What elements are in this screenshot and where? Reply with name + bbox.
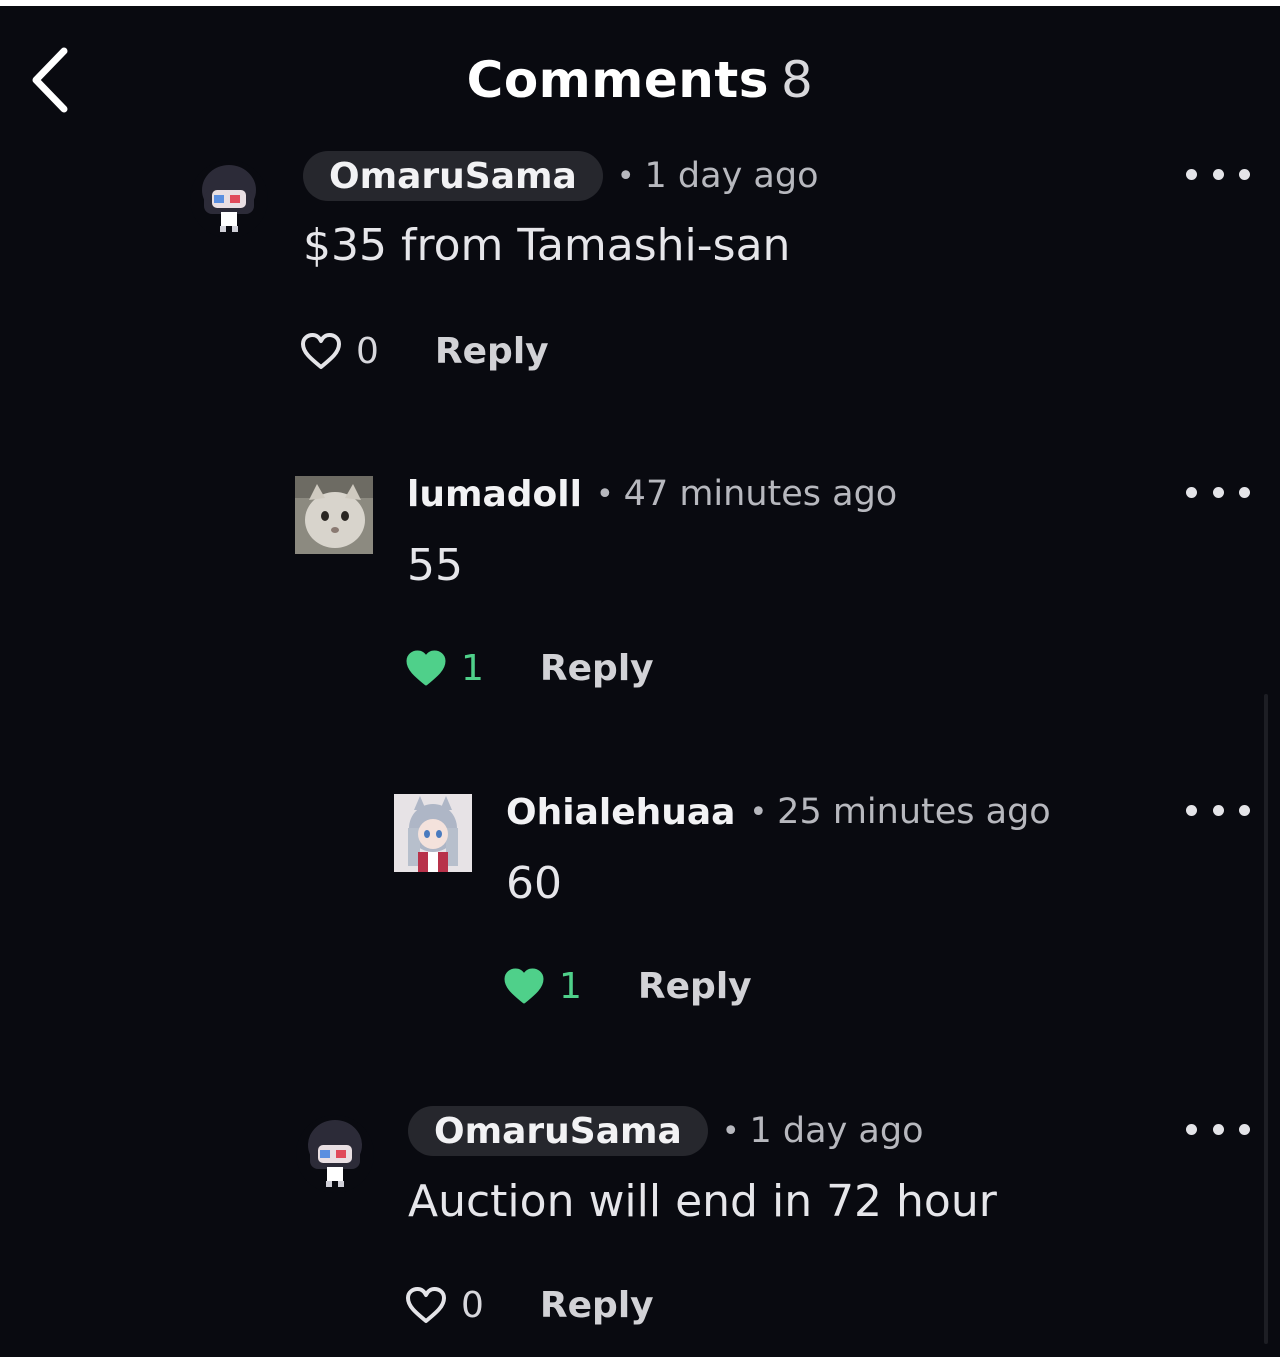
avatar[interactable] (190, 160, 268, 238)
heart-filled-icon (504, 968, 544, 1004)
like-button[interactable]: 0 (405, 1285, 484, 1326)
reply-button[interactable]: Reply (540, 1285, 654, 1326)
reply-button[interactable]: Reply (638, 966, 752, 1007)
page-title: Comments 8 (0, 50, 1280, 110)
comment-text: 60 (506, 858, 562, 909)
chibi-avatar-image (296, 1115, 374, 1193)
more-horizontal-icon (1186, 804, 1197, 816)
separator-dot: • (595, 476, 614, 512)
comment-meta: Ohialehuaa • 25 minutes ago (506, 787, 1051, 837)
comment-time: 47 minutes ago (623, 474, 898, 514)
avatar[interactable] (394, 794, 472, 872)
more-options-button[interactable] (1186, 477, 1250, 507)
separator-dot: • (616, 158, 635, 194)
scrollbar[interactable] (1264, 694, 1268, 1344)
avatar[interactable] (296, 1115, 374, 1193)
more-horizontal-icon (1186, 168, 1197, 180)
heart-outline-icon (301, 333, 341, 369)
cat-avatar-image (295, 476, 373, 554)
comment-meta: OmaruSama • 1 day ago (303, 151, 819, 201)
like-button[interactable]: 1 (405, 648, 484, 689)
more-dot (1212, 168, 1224, 180)
more-dot (1239, 1123, 1250, 1135)
comment-time: 1 day ago (749, 1111, 924, 1151)
like-button[interactable]: 1 (503, 966, 582, 1007)
title-text: Comments (466, 51, 770, 109)
more-options-button[interactable] (1186, 1114, 1250, 1144)
more-horizontal-icon (1186, 486, 1197, 498)
comment-actions: 0 Reply (300, 326, 549, 376)
comment-time: 25 minutes ago (777, 792, 1051, 832)
comments-header: Comments 8 (0, 6, 1280, 136)
comment-text: Auction will end in 72 hour (408, 1176, 997, 1227)
author-name[interactable]: OmaruSama (303, 151, 603, 201)
avatar[interactable] (295, 476, 373, 554)
more-options-button[interactable] (1186, 795, 1250, 825)
comment-time: 1 day ago (644, 156, 819, 196)
comment-text: 55 (407, 540, 463, 591)
heart-filled-icon (406, 650, 446, 686)
comment-text: $35 from Tamashi-san (303, 220, 791, 271)
heart-outline-icon (406, 1287, 446, 1323)
comment-actions: 1 Reply (503, 961, 752, 1011)
like-count: 0 (461, 1284, 484, 1326)
more-dot (1239, 486, 1250, 498)
like-count: 0 (356, 330, 379, 372)
like-count: 1 (461, 647, 484, 689)
more-dot (1212, 486, 1224, 498)
separator-dot: • (721, 1113, 740, 1149)
reply-button[interactable]: Reply (540, 648, 654, 689)
author-name[interactable]: lumadoll (407, 474, 582, 515)
like-count: 1 (559, 965, 582, 1007)
reply-button[interactable]: Reply (435, 331, 549, 372)
author-name[interactable]: Ohialehuaa (506, 792, 735, 833)
like-button[interactable]: 0 (300, 331, 379, 372)
separator-dot: • (749, 794, 768, 830)
more-dot (1239, 168, 1250, 180)
chibi-avatar-image (190, 160, 268, 238)
more-horizontal-icon (1186, 1123, 1197, 1135)
more-dot (1212, 1123, 1224, 1135)
more-dot (1212, 804, 1224, 816)
more-dot (1239, 804, 1250, 816)
author-name[interactable]: OmaruSama (408, 1106, 708, 1156)
anime-avatar-image (394, 794, 472, 872)
comment-count: 8 (781, 51, 814, 109)
comment-meta: OmaruSama • 1 day ago (408, 1106, 924, 1156)
comment-actions: 0 Reply (405, 1280, 654, 1330)
comment-actions: 1 Reply (405, 643, 654, 693)
comment-meta: lumadoll • 47 minutes ago (407, 469, 897, 519)
more-options-button[interactable] (1186, 159, 1250, 189)
